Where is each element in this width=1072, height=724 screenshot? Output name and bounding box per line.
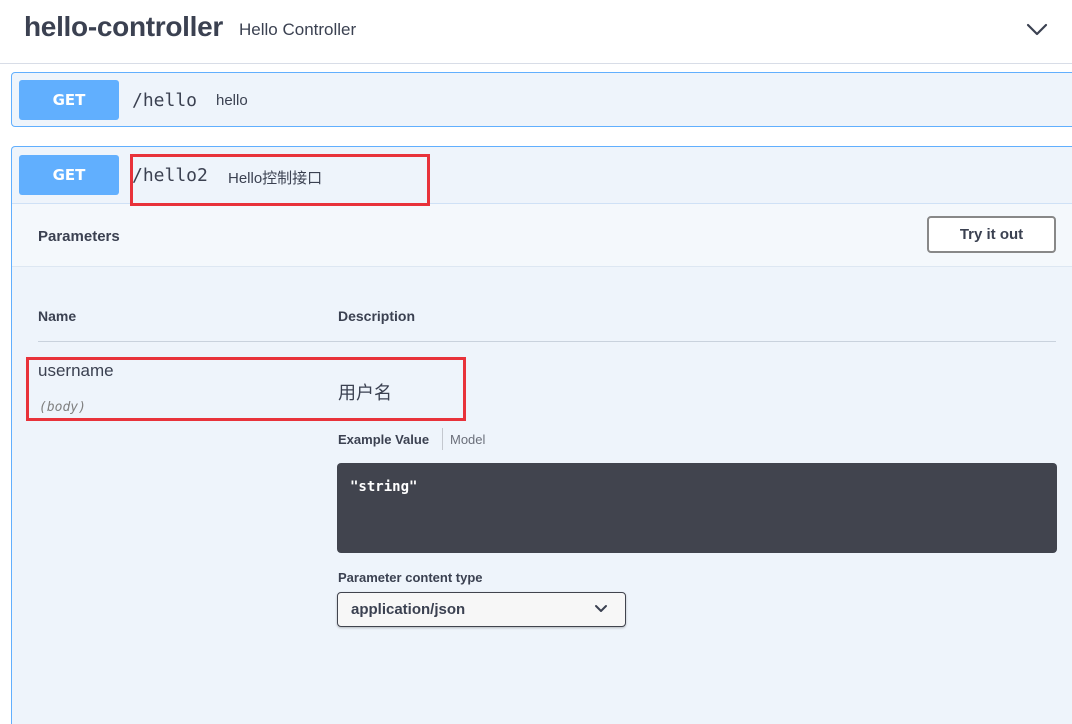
- method-badge[interactable]: GET: [19, 155, 119, 195]
- parameters-title: Parameters: [38, 228, 120, 245]
- example-code-text: "string": [350, 479, 418, 495]
- annotation-highlight-parameter: [26, 357, 466, 421]
- example-value-tab[interactable]: Example Value: [338, 432, 429, 447]
- annotation-highlight-endpoint: [130, 154, 430, 206]
- tag-header[interactable]: hello-controller Hello Controller: [0, 0, 1072, 64]
- operation-path: /hello: [132, 90, 198, 111]
- column-header-name: Name: [38, 308, 77, 324]
- operation-summary: hello: [216, 92, 248, 109]
- example-code-block: "string": [337, 463, 1057, 553]
- method-badge: GET: [19, 80, 119, 120]
- table-header-divider: [38, 341, 1056, 342]
- model-tab[interactable]: Model: [450, 432, 485, 447]
- content-type-label: Parameter content type: [338, 570, 483, 585]
- select-arrow-icon: [595, 605, 607, 612]
- tag-description: Hello Controller: [239, 20, 357, 39]
- opblock-get-hello[interactable]: GET /hello hello: [11, 72, 1072, 127]
- tab-divider: [442, 428, 443, 450]
- content-type-select[interactable]: application/json: [337, 592, 626, 627]
- tag-title: hello-controller: [24, 11, 223, 42]
- parameters-header: Parameters Try it out: [12, 203, 1072, 267]
- chevron-down-icon[interactable]: [1024, 18, 1050, 40]
- content-type-value: application/json: [351, 601, 466, 618]
- column-header-description: Description: [338, 308, 416, 324]
- opblock-get-hello2: GET /hello2 Hello控制接口 Parameters Try it …: [11, 146, 1072, 724]
- try-it-out-button[interactable]: Try it out: [927, 216, 1056, 253]
